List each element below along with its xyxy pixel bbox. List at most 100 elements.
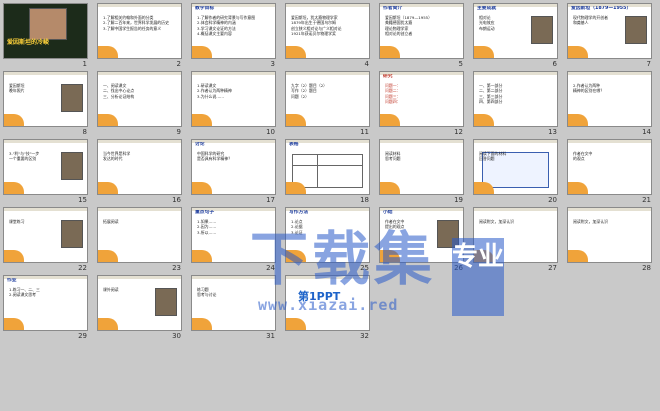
slide-preview[interactable]: 1.了解相关约翰和外面的分类 2.了解二百年来，世界科学发展的历史 3.了解中国学生… <box>97 3 182 59</box>
slide-preview[interactable]: 写作方法 1.论点 2.论据 3.论证 <box>285 207 370 263</box>
slide-preview[interactable]: 阅读附文，加深认识 <box>567 207 652 263</box>
slide-preview[interactable]: 爱因斯坦（1879—1955） 现代物理学的开创者 和奠基人 <box>567 3 652 59</box>
slide-thumbnail-26[interactable]: 小结 作者在文中 提出的观点 26 <box>378 206 467 274</box>
slide-thumbnail-27[interactable]: 阅读附文，加深认识 27 <box>472 206 561 274</box>
slide-preview[interactable]: 作者简介 爱因斯坦（1879—1955） 美籍德国犹太裔 理论物理学家 相对论的创立者 <box>379 3 464 59</box>
slide-top-band <box>98 4 181 7</box>
slide-thumbnail-32[interactable]: 第1PPT 32 <box>284 274 373 342</box>
slide-number: 26 <box>454 264 463 272</box>
slide-heading: 教学目标 <box>195 6 215 11</box>
slide-thumbnail-18[interactable]: 表格 18 <box>284 138 373 206</box>
slide-preview[interactable]: 主要成就 相对论 光电效应 布朗运动 <box>473 3 558 59</box>
slide-thumbnail-13[interactable]: 一、第一部分 二、第二部分 三、第三部分 四、第四部分 13 <box>472 70 561 138</box>
slide-number: 5 <box>458 60 463 68</box>
slide-photo <box>531 16 553 44</box>
slide-preview[interactable]: 练习题 思考与讨论 <box>191 275 276 331</box>
slide-number: 3 <box>270 60 275 68</box>
slide-thumbnail-22[interactable]: 课堂练习 22 <box>2 206 91 274</box>
slide-thumbnail-20[interactable]: 阅读下面的材料 回答问题 20 <box>472 138 561 206</box>
slide-thumbnail-5[interactable]: 作者简介 爱因斯坦（1879—1955） 美籍德国犹太裔 理论物理学家 相对论的创立者 5 <box>378 2 467 70</box>
slide-preview[interactable]: 阅读下面的材料 回答问题 <box>473 139 558 195</box>
slide-preview[interactable]: 课外阅读 <box>97 275 182 331</box>
slide-heading: 表格 <box>289 142 299 147</box>
slide-number: 8 <box>82 128 87 136</box>
slide-thumbnail-16[interactable]: 当今世界是科学 发达的时代 16 <box>96 138 185 206</box>
slide-thumbnail-15[interactable]: 3."利"与"技"一步 一个重要的区别 15 <box>2 138 91 206</box>
slide-title: 爱因斯坦的冷峻 <box>7 39 50 46</box>
slide-preview[interactable]: 九字（2）题目（2） 写作（2）题目 问题（2） <box>285 71 370 127</box>
slide-body-line: 思考问题 <box>385 156 401 162</box>
slide-heading: 小结 <box>383 210 393 215</box>
slide-thumbnail-4[interactable]: 爱因斯坦，犹太裔物理学家 1879年出生于德国乌尔姆 创立狭义相对论与广义相对论 19… <box>284 2 373 70</box>
slide-thumbnail-19[interactable]: 阅读材料 思考问题 19 <box>378 138 467 206</box>
slide-preview[interactable]: 重点句子 1.如果…… 2.因为…… 3.所以…… <box>191 207 276 263</box>
slide-thumbnail-17[interactable]: 讨论 中国科学的研究 是否具有科学精神？ 17 <box>190 138 279 206</box>
slide-thumbnail-28[interactable]: 阅读附文，加深认识 28 <box>566 206 655 274</box>
slide-preview[interactable]: 1.研读课文 2.作者认为两种精神 3.为什么说…… <box>191 71 276 127</box>
slide-body-line: 4.概括课文主要内容 <box>197 31 232 37</box>
slide-body-line: 3.为什么说…… <box>197 93 225 99</box>
slide-preview[interactable]: 3."利"与"技"一步 一个重要的区别 <box>3 139 88 195</box>
slide-preview[interactable]: 教学目标 1.了解作者的研究背景与写作意图 2.体会科学精神的内涵 3.学习课文论证的… <box>191 3 276 59</box>
slide-preview[interactable]: 课堂练习 <box>3 207 88 263</box>
slide-thumbnail-6[interactable]: 主要成就 相对论 光电效应 布朗运动 6 <box>472 2 561 70</box>
slide-number: 16 <box>172 196 181 204</box>
slide-number: 30 <box>172 332 181 340</box>
slide-thumbnail-12[interactable]: 研究 问题一： 问题二： 问题三： 问题四： 12 <box>378 70 467 138</box>
slide-number: 7 <box>646 60 651 68</box>
slide-thumbnail-31[interactable]: 练习题 思考与讨论 31 <box>190 274 279 342</box>
slide-heading: 爱因斯坦（1879—1955） <box>571 6 632 11</box>
slide-number: 13 <box>548 128 557 136</box>
slide-preview[interactable]: 作者在文中 的观点 <box>567 139 652 195</box>
slide-thumbnail-29[interactable]: 作业 1.练习一、二、三 2.阅读课文思考 29 <box>2 274 91 342</box>
slide-preview[interactable]: 研究 问题一： 问题二： 问题三： 问题四： <box>379 71 464 127</box>
slide-preview[interactable]: 当今世界是科学 发达的时代 <box>97 139 182 195</box>
slide-preview[interactable]: 讨论 中国科学的研究 是否具有科学精神？ <box>191 139 276 195</box>
slide-body-line: 1921年获诺贝尔物理学奖 <box>291 31 336 37</box>
slide-preview[interactable]: 第1PPT <box>285 275 370 331</box>
slide-body-line: 问题四： <box>385 99 401 105</box>
slide-top-band <box>4 72 87 75</box>
slide-thumbnail-24[interactable]: 重点句子 1.如果…… 2.因为…… 3.所以…… 24 <box>190 206 279 274</box>
slide-preview[interactable]: 爱因斯坦 晚年照片 <box>3 71 88 127</box>
slide-thumbnail-3[interactable]: 教学目标 1.了解作者的研究背景与写作意图 2.体会科学精神的内涵 3.学习课文论证的… <box>190 2 279 70</box>
slide-preview[interactable]: 爱因斯坦的冷峻 <box>3 3 88 59</box>
slide-top-band <box>98 72 181 75</box>
slide-preview[interactable]: 小结 作者在文中 提出的观点 <box>379 207 464 263</box>
slide-thumbnail-7[interactable]: 爱因斯坦（1879—1955） 现代物理学的开创者 和奠基人 7 <box>566 2 655 70</box>
slide-body-line: 布朗运动 <box>479 25 495 31</box>
slide-preview[interactable]: 表格 <box>285 139 370 195</box>
slide-number: 25 <box>360 264 369 272</box>
slide-thumbnail-1[interactable]: 爱因斯坦的冷峻 1 <box>2 2 91 70</box>
slide-thumbnail-14[interactable]: 2.作者认为两种 精神的区别在哪？ 14 <box>566 70 655 138</box>
slide-thumbnail-10[interactable]: 1.研读课文 2.作者认为两种精神 3.为什么说…… 10 <box>190 70 279 138</box>
slide-preview[interactable]: 阅读材料 思考问题 <box>379 139 464 195</box>
slide-top-band <box>568 208 651 211</box>
slide-thumbnail-25[interactable]: 写作方法 1.论点 2.论据 3.论证 25 <box>284 206 373 274</box>
slide-thumbnail-30[interactable]: 课外阅读 30 <box>96 274 185 342</box>
slide-thumbnail-23[interactable]: 拓展阅读 23 <box>96 206 185 274</box>
slide-preview[interactable]: 爱因斯坦，犹太裔物理学家 1879年出生于德国乌尔姆 创立狭义相对论与广义相对论 19… <box>285 3 370 59</box>
slide-body-line: 问题（2） <box>291 93 310 99</box>
slide-number: 11 <box>360 128 369 136</box>
slide-number: 23 <box>172 264 181 272</box>
slide-preview[interactable]: 一、阅读课文 二、找出中心论点 三、分析论证结构 <box>97 71 182 127</box>
slide-preview[interactable]: 拓展阅读 <box>97 207 182 263</box>
slide-top-band <box>286 276 369 279</box>
slide-preview[interactable]: 作业 1.练习一、二、三 2.阅读课文思考 <box>3 275 88 331</box>
slide-body-line: 3.论证 <box>291 229 303 235</box>
slide-thumbnail-8[interactable]: 爱因斯坦 晚年照片 8 <box>2 70 91 138</box>
slide-number: 29 <box>78 332 87 340</box>
slide-thumbnail-21[interactable]: 作者在文中 的观点 21 <box>566 138 655 206</box>
slide-thumbnail-2[interactable]: 1.了解相关约翰和外面的分类 2.了解二百年来，世界科学发展的历史 3.了解中国学生… <box>96 2 185 70</box>
slide-photo <box>437 220 459 248</box>
slide-thumbnail-9[interactable]: 一、阅读课文 二、找出中心论点 三、分析论证结构 9 <box>96 70 185 138</box>
slide-preview[interactable]: 2.作者认为两种 精神的区别在哪？ <box>567 71 652 127</box>
slide-preview[interactable]: 一、第一部分 二、第二部分 三、第三部分 四、第四部分 <box>473 71 558 127</box>
slide-body-line: 3.了解中国学生报告的任务的意义 <box>103 25 162 31</box>
slide-top-band <box>568 140 651 143</box>
slide-thumbnail-11[interactable]: 九字（2）题目（2） 写作（2）题目 问题（2） 11 <box>284 70 373 138</box>
slide-number: 27 <box>548 264 557 272</box>
slide-preview[interactable]: 阅读附文，加深认识 <box>473 207 558 263</box>
slide-body-line: 拓展阅读 <box>103 219 119 224</box>
